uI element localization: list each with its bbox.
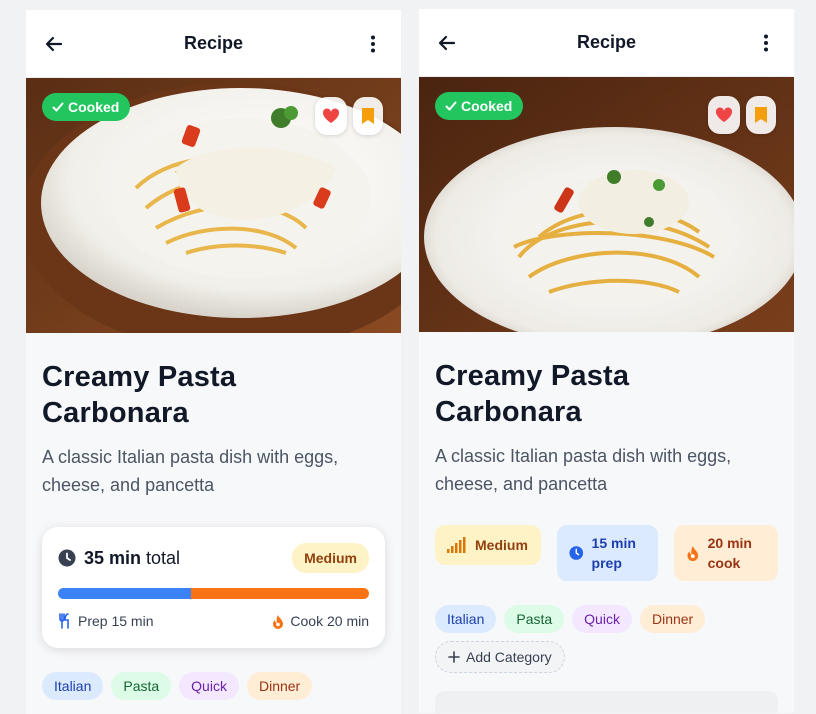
difficulty-badge: Medium <box>292 543 369 573</box>
cook-time: Cook 20 min <box>272 613 369 629</box>
recipe-stats: Medium 15 min prep 20 min cook <box>435 525 778 581</box>
tag-italian[interactable]: Italian <box>435 605 497 633</box>
back-arrow-icon[interactable] <box>42 32 66 56</box>
bookmark-button[interactable] <box>746 96 776 134</box>
cooked-label: Cooked <box>461 98 513 114</box>
recipe-details: Creamy Pasta Carbonara A classic Italian… <box>26 333 401 700</box>
recipe-details: Creamy Pasta Carbonara A classic Italian… <box>419 332 794 713</box>
heart-icon <box>715 107 733 122</box>
more-vertical-icon[interactable] <box>754 31 778 55</box>
bookmark-button[interactable] <box>353 97 383 135</box>
recipe-description: A classic Italian pasta dish with eggs, … <box>42 447 339 495</box>
tag-pasta[interactable]: Pasta <box>504 605 565 633</box>
time-progress-bar <box>58 588 369 599</box>
cook-chip: 20 min cook <box>674 525 778 581</box>
recipe-title: Creamy Pasta Carbonara <box>42 361 237 429</box>
favorite-button[interactable] <box>708 96 740 134</box>
clock-icon <box>569 546 584 560</box>
difficulty-chip: Medium <box>435 525 541 565</box>
app-header: Recipe <box>419 9 794 77</box>
recipe-photo: Cooked <box>26 78 401 333</box>
plus-icon <box>448 651 460 663</box>
tag-dinner[interactable]: Dinner <box>639 605 706 633</box>
heart-icon <box>322 108 340 123</box>
tag-pasta[interactable]: Pasta <box>111 672 172 700</box>
favorite-button[interactable] <box>315 97 347 135</box>
check-icon <box>445 101 457 111</box>
prep-chip: 15 min prep <box>557 525 658 581</box>
bookmark-icon <box>362 108 374 124</box>
page-title: Recipe <box>576 32 637 52</box>
page-title: Recipe <box>183 33 244 53</box>
bookmark-icon <box>755 107 767 123</box>
recipe-photo: Cooked <box>419 77 794 332</box>
tag-italian[interactable]: Italian <box>42 672 104 700</box>
cooked-badge: Cooked <box>435 92 524 120</box>
cooked-label: Cooked <box>68 99 120 115</box>
total-time: 35 min total <box>58 548 180 569</box>
tag-list: Italian Pasta Quick Dinner Add Category <box>435 605 778 673</box>
recipe-title: Creamy Pasta Carbonara <box>435 360 630 428</box>
tag-quick[interactable]: Quick <box>572 605 632 633</box>
cook-segment <box>191 588 369 599</box>
signal-bars-icon <box>447 537 466 553</box>
recipe-screen-variant-b: Recipe Cooked Creamy Pasta Carbonara A c… <box>419 9 794 713</box>
flame-icon <box>273 614 284 629</box>
add-category-button[interactable]: Add Category <box>435 641 565 673</box>
utensils-icon <box>59 613 69 629</box>
recipe-description: A classic Italian pasta dish with eggs, … <box>435 446 732 494</box>
recipe-screen-variant-a: Recipe Cooked Creamy Pasta Carbonara A c… <box>26 10 401 714</box>
tag-quick[interactable]: Quick <box>179 672 239 700</box>
check-icon <box>52 102 64 112</box>
tag-dinner[interactable]: Dinner <box>246 672 313 700</box>
cooked-badge: Cooked <box>42 93 131 121</box>
back-arrow-icon[interactable] <box>435 31 459 55</box>
tag-list: Italian Pasta Quick Dinner <box>42 672 385 700</box>
clock-icon <box>58 549 76 567</box>
time-summary-card: 35 min total Medium Prep 15 min Cook 20 … <box>42 527 385 648</box>
prep-segment <box>58 588 192 599</box>
flame-icon <box>687 546 699 561</box>
app-header: Recipe <box>26 10 401 78</box>
next-section-card <box>435 691 778 713</box>
prep-time: Prep 15 min <box>58 613 153 629</box>
more-vertical-icon[interactable] <box>361 32 385 56</box>
